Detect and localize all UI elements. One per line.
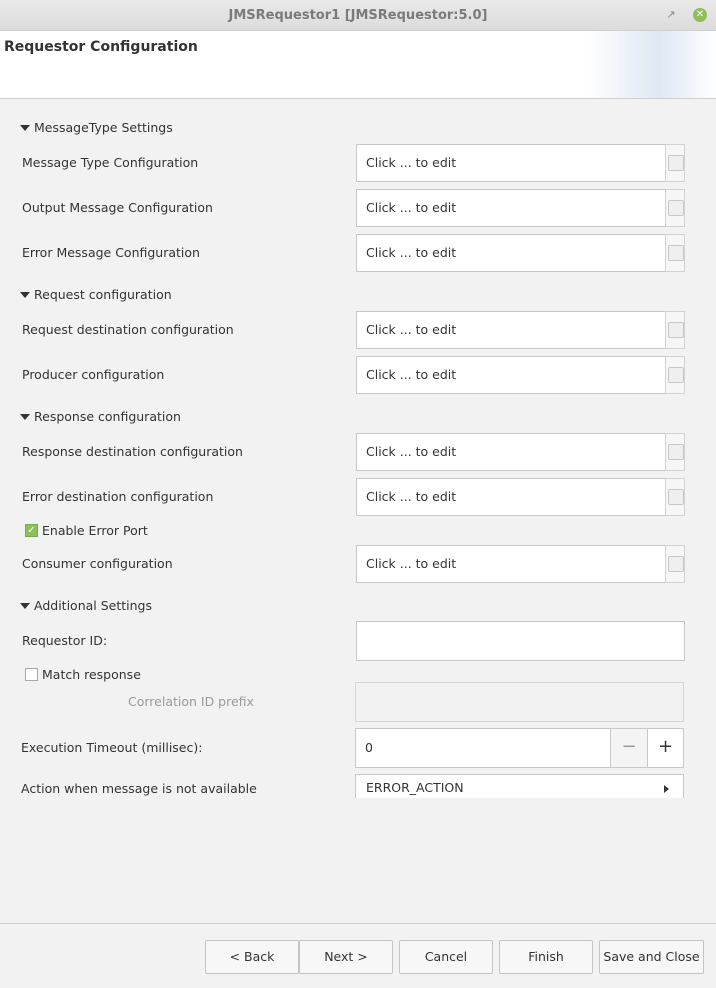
error-destination-config-field: Click ... to edit xyxy=(356,478,685,516)
section-response[interactable]: Response configuration xyxy=(20,409,181,425)
edit-icon xyxy=(668,200,684,216)
producer-config-edit-button[interactable] xyxy=(665,356,685,394)
edit-icon xyxy=(668,245,684,261)
collapse-triangle-icon[interactable] xyxy=(20,413,30,420)
wizard-header: Requestor Configuration xyxy=(0,31,716,99)
cancel-button[interactable]: Cancel xyxy=(399,940,493,974)
label-request-destination-config: Request destination configuration xyxy=(22,322,234,337)
error-message-config-field: Click ... to edit xyxy=(356,234,685,272)
label-consumer-config: Consumer configuration xyxy=(22,556,173,571)
label-error-message-config: Error Message Configuration xyxy=(22,245,200,260)
enable-error-port-checkbox-row[interactable]: ✓ Enable Error Port xyxy=(25,523,148,539)
response-destination-config-field: Click ... to edit xyxy=(356,433,685,471)
consumer-config-edit-button[interactable] xyxy=(665,545,685,583)
error-message-config-input[interactable]: Click ... to edit xyxy=(356,234,666,272)
producer-config-input[interactable]: Click ... to edit xyxy=(356,356,666,394)
next-button[interactable]: Next > xyxy=(299,940,393,974)
error-destination-config-edit-button[interactable] xyxy=(665,478,685,516)
requestor-id-input[interactable] xyxy=(356,621,685,661)
edit-icon xyxy=(668,367,684,383)
label-response-destination-config: Response destination configuration xyxy=(22,444,243,459)
label-action-not-available: Action when message is not available xyxy=(21,781,257,796)
back-button[interactable]: < Back xyxy=(205,940,299,974)
match-response-label: Match response xyxy=(42,667,141,682)
page-title: Requestor Configuration xyxy=(4,39,198,55)
producer-config-field: Click ... to edit xyxy=(356,356,685,394)
finish-button[interactable]: Finish xyxy=(499,940,593,974)
edit-icon xyxy=(668,322,684,338)
response-destination-config-edit-button[interactable] xyxy=(665,433,685,471)
section-title: Additional Settings xyxy=(34,598,152,613)
request-destination-config-input[interactable]: Click ... to edit xyxy=(356,311,666,349)
message-type-config-edit-button[interactable] xyxy=(665,144,685,182)
enable-error-port-label: Enable Error Port xyxy=(42,523,148,538)
restore-icon[interactable]: ↗ xyxy=(664,8,678,22)
chevron-right-icon xyxy=(664,785,669,793)
action-dropdown-value: ERROR_ACTION xyxy=(366,780,464,795)
message-type-config-field: Click ... to edit xyxy=(356,144,685,182)
correlation-id-prefix-input xyxy=(355,682,684,722)
decrement-button[interactable]: − xyxy=(610,728,648,768)
execution-timeout-input[interactable]: 0 xyxy=(355,728,611,768)
message-type-config-input[interactable]: Click ... to edit xyxy=(356,144,666,182)
edit-icon xyxy=(668,556,684,572)
label-output-message-config: Output Message Configuration xyxy=(22,200,213,215)
error-destination-config-input[interactable]: Click ... to edit xyxy=(356,478,666,516)
section-message-type[interactable]: MessageType Settings xyxy=(20,120,173,136)
match-response-checkbox-row[interactable]: Match response xyxy=(25,667,141,683)
window-title: JMSRequestor1 [JMSRequestor:5.0] xyxy=(228,8,488,23)
collapse-triangle-icon[interactable] xyxy=(20,124,30,131)
response-destination-config-input[interactable]: Click ... to edit xyxy=(356,433,666,471)
section-title: MessageType Settings xyxy=(34,120,173,135)
label-execution-timeout: Execution Timeout (millisec): xyxy=(21,740,203,755)
edit-icon xyxy=(668,444,684,460)
window-titlebar: JMSRequestor1 [JMSRequestor:5.0] ↗ ✕ xyxy=(0,0,716,31)
enable-error-port-checkbox[interactable]: ✓ xyxy=(25,524,38,537)
section-title: Response configuration xyxy=(34,409,181,424)
collapse-triangle-icon[interactable] xyxy=(20,602,30,609)
request-destination-config-field: Click ... to edit xyxy=(356,311,685,349)
label-correlation-id-prefix: Correlation ID prefix xyxy=(128,694,254,709)
consumer-config-input[interactable]: Click ... to edit xyxy=(356,545,666,583)
execution-timeout-spinner: 0 − + xyxy=(355,728,684,768)
collapse-triangle-icon[interactable] xyxy=(20,291,30,298)
match-response-checkbox[interactable] xyxy=(25,668,38,681)
label-message-type-config: Message Type Configuration xyxy=(22,155,199,170)
consumer-config-field: Click ... to edit xyxy=(356,545,685,583)
save-and-close-button[interactable]: Save and Close xyxy=(599,940,704,974)
action-dropdown[interactable]: ERROR_ACTION xyxy=(355,774,684,798)
increment-button[interactable]: + xyxy=(647,728,684,768)
close-icon[interactable]: ✕ xyxy=(693,8,707,22)
edit-icon xyxy=(668,489,684,505)
output-message-config-field: Click ... to edit xyxy=(356,189,685,227)
error-message-config-edit-button[interactable] xyxy=(665,234,685,272)
output-message-config-input[interactable]: Click ... to edit xyxy=(356,189,666,227)
label-producer-config: Producer configuration xyxy=(22,367,165,382)
output-message-config-edit-button[interactable] xyxy=(665,189,685,227)
section-additional[interactable]: Additional Settings xyxy=(20,598,152,614)
request-destination-config-edit-button[interactable] xyxy=(665,311,685,349)
label-requestor-id: Requestor ID: xyxy=(22,633,108,648)
label-error-destination-config: Error destination configuration xyxy=(22,489,214,504)
section-request[interactable]: Request configuration xyxy=(20,287,172,303)
edit-icon xyxy=(668,155,684,171)
section-title: Request configuration xyxy=(34,287,172,302)
